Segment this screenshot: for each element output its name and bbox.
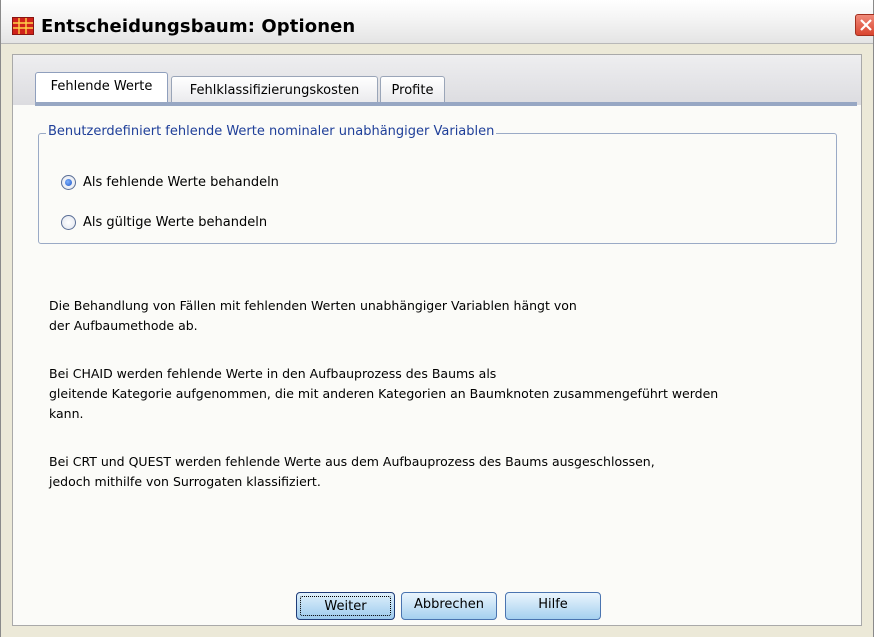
info-line: Bei CHAID werden fehlende Werte in den A…: [49, 366, 497, 381]
info-paragraph-2: Bei CHAID werden fehlende Werte in den A…: [49, 364, 718, 424]
info-paragraph-3: Bei CRT und QUEST werden fehlende Werte …: [49, 452, 655, 492]
cancel-button[interactable]: Abbrechen: [401, 592, 497, 620]
tab-label: Fehlende Werte: [50, 79, 153, 94]
tab-label: Fehlklassifizierungskosten: [189, 83, 360, 98]
continue-button[interactable]: Weiter: [296, 592, 395, 620]
title-bar[interactable]: Entscheidungsbaum: Optionen: [1, 0, 874, 44]
radio-button[interactable]: [61, 215, 76, 230]
radio-label: Als fehlende Werte behandeln: [83, 175, 279, 190]
info-line: jedoch mithilfe von Surrogaten klassifiz…: [49, 474, 321, 489]
tab-profite[interactable]: Profite: [380, 76, 445, 104]
tab-underline: [35, 102, 857, 106]
dialog-window: Entscheidungsbaum: Optionen Fehlende Wer…: [0, 0, 874, 637]
radio-button-checked[interactable]: [61, 175, 76, 190]
window-title: Entscheidungsbaum: Optionen: [41, 16, 356, 37]
tab-strip: Fehlende Werte Fehlklassifizierungskoste…: [13, 55, 861, 106]
info-line: Bei CRT und QUEST werden fehlende Werte …: [49, 454, 655, 469]
help-button[interactable]: Hilfe: [505, 592, 601, 620]
tab-fehlklassifizierungskosten[interactable]: Fehlklassifizierungskosten: [171, 76, 378, 104]
info-paragraph-1: Die Behandlung von Fällen mit fehlenden …: [49, 296, 577, 336]
close-icon: [860, 19, 872, 31]
continue-button-label: Weiter: [300, 596, 391, 616]
spreadsheet-icon: [12, 17, 34, 35]
info-line: der Aufbaumethode ab.: [49, 318, 198, 333]
tab-fehlende-werte[interactable]: Fehlende Werte: [35, 72, 168, 104]
info-line: gleitende Kategorie aufgenommen, die mit…: [49, 386, 719, 401]
tab-label: Profite: [391, 83, 434, 98]
info-line: Die Behandlung von Fällen mit fehlenden …: [49, 298, 577, 313]
groupbox-legend: Benutzerdefiniert fehlende Werte nominal…: [46, 124, 497, 139]
info-line: kann.: [49, 406, 84, 421]
radio-label: Als gültige Werte behandeln: [83, 215, 268, 230]
close-button[interactable]: [855, 14, 874, 36]
